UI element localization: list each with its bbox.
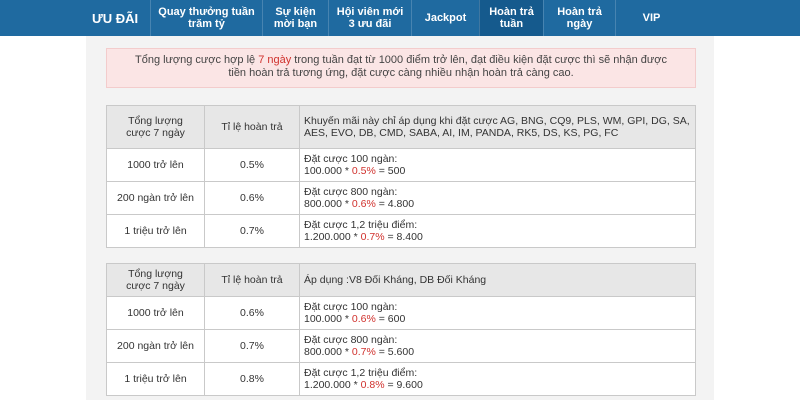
header-total-bet: Tổng lượng cược 7 ngày — [106, 105, 205, 149]
nav-tab-label: Hoàn trả — [557, 6, 602, 18]
rebate-table-general: Tổng lượng cược 7 ngày Tỉ lệ hoàn trả Khu… — [106, 105, 696, 248]
nav-tab-label: Sự kiện — [275, 6, 316, 18]
rate-cell: 0.5% — [204, 148, 300, 182]
example-cell: Đặt cược 1,2 triệu điểm: 1.200.000 * 0.8%… — [299, 362, 696, 396]
table-row: 200 ngàn trở lên 0.6% Đặt cược 800 ngàn:… — [106, 181, 696, 215]
tier-cell: 1 triệu trở lên — [106, 214, 205, 248]
header-rebate-rate: Tỉ lệ hoàn trả — [204, 105, 300, 149]
notice-highlight: 7 ngày — [258, 54, 292, 66]
nav-tab-label: VIP — [642, 12, 661, 24]
nav-tab-jackpot[interactable]: Jackpot — [411, 0, 479, 36]
nav-tab-label: Hoàn trả — [489, 6, 534, 18]
nav-tab-invite-event[interactable]: Sự kiện mời bạn — [262, 0, 328, 36]
example-cell: Đặt cược 100 ngàn: 100.000 * 0.6% = 600 — [299, 296, 696, 330]
notice-text: trong tuần đạt từ 1000 điểm trở lên, đạt… — [291, 54, 667, 66]
header-applicable-games: Khuyến mãi này chỉ áp dụng khi đặt cược … — [299, 105, 696, 149]
nav-tab-label: mời bạn — [273, 18, 318, 30]
tier-cell: 1 triệu trở lên — [106, 362, 205, 396]
nav-tab-new-member[interactable]: Hội viên mới 3 ưu đãi — [328, 0, 411, 36]
rate-cell: 0.8% — [204, 362, 300, 396]
top-nav: ƯU ĐÃI Quay thưởng tuần trăm tỷ Sự kiện mờ… — [0, 0, 800, 36]
notice-text-line2: tiền hoàn trả tương ứng, đặt cược càng n… — [228, 67, 574, 79]
nav-tab-weekly-spin[interactable]: Quay thưởng tuần trăm tỷ — [150, 0, 262, 36]
table-header-row: Tổng lượng cược 7 ngày Tỉ lệ hoàn trả Khu… — [106, 105, 696, 149]
rate-cell: 0.7% — [204, 329, 300, 363]
table-row: 200 ngàn trở lên 0.7% Đặt cược 800 ngàn:… — [106, 329, 696, 363]
header-rebate-rate: Tỉ lệ hoàn trả — [204, 263, 300, 297]
nav-tab-label: ngày — [566, 18, 593, 30]
nav-tab-weekly-rebate[interactable]: Hoàn trả tuần — [479, 0, 543, 36]
rate-cell: 0.7% — [204, 214, 300, 248]
nav-tab-label: tuần — [499, 18, 524, 30]
tier-cell: 1000 trở lên — [106, 296, 205, 330]
table-row: 1000 trở lên 0.6% Đặt cược 100 ngàn: 100.… — [106, 296, 696, 330]
nav-title: ƯU ĐÃI — [92, 10, 139, 26]
content-panel: Tổng lượng cược hợp lệ 7 ngày trong tuần… — [86, 36, 714, 400]
nav-tab-label: Hội viên mới — [336, 6, 404, 18]
table-header-row: Tổng lượng cược 7 ngày Tỉ lệ hoàn trả Áp … — [106, 263, 696, 297]
table-row: 1 triệu trở lên 0.7% Đặt cược 1,2 triệu … — [106, 214, 696, 248]
table-row: 1 triệu trở lên 0.8% Đặt cược 1,2 triệu … — [106, 362, 696, 396]
example-cell: Đặt cược 100 ngàn: 100.000 * 0.5% = 500 — [299, 148, 696, 182]
rebate-table-sports: Tổng lượng cược 7 ngày Tỉ lệ hoàn trả Áp … — [106, 263, 696, 396]
rebate-notice: Tổng lượng cược hợp lệ 7 ngày trong tuần… — [106, 48, 696, 88]
header-applicable-games: Áp dụng :V8 Đối Kháng, DB Đối Kháng — [299, 263, 696, 297]
tier-cell: 200 ngàn trở lên — [106, 181, 205, 215]
nav-tab-label: Jackpot — [424, 12, 467, 24]
nav-tab-label: 3 ưu đãi — [348, 18, 392, 30]
header-total-bet: Tổng lượng cược 7 ngày — [106, 263, 205, 297]
table-row: 1000 trở lên 0.5% Đặt cược 100 ngàn: 100.… — [106, 148, 696, 182]
rate-cell: 0.6% — [204, 296, 300, 330]
example-cell: Đặt cược 800 ngàn: 800.000 * 0.7% = 5.600 — [299, 329, 696, 363]
rate-cell: 0.6% — [204, 181, 300, 215]
tier-cell: 1000 trở lên — [106, 148, 205, 182]
tier-cell: 200 ngàn trở lên — [106, 329, 205, 363]
example-cell: Đặt cược 800 ngàn: 800.000 * 0.6% = 4.800 — [299, 181, 696, 215]
nav-tab-vip[interactable]: VIP — [615, 0, 687, 36]
nav-tab-daily-rebate[interactable]: Hoàn trả ngày — [543, 0, 615, 36]
notice-text: Tổng lượng cược hợp lệ — [134, 54, 259, 66]
nav-tab-label: Quay thưởng tuần — [158, 6, 255, 18]
example-cell: Đặt cược 1,2 triệu điểm: 1.200.000 * 0.7%… — [299, 214, 696, 248]
nav-tab-label: trăm tỷ — [188, 18, 225, 30]
